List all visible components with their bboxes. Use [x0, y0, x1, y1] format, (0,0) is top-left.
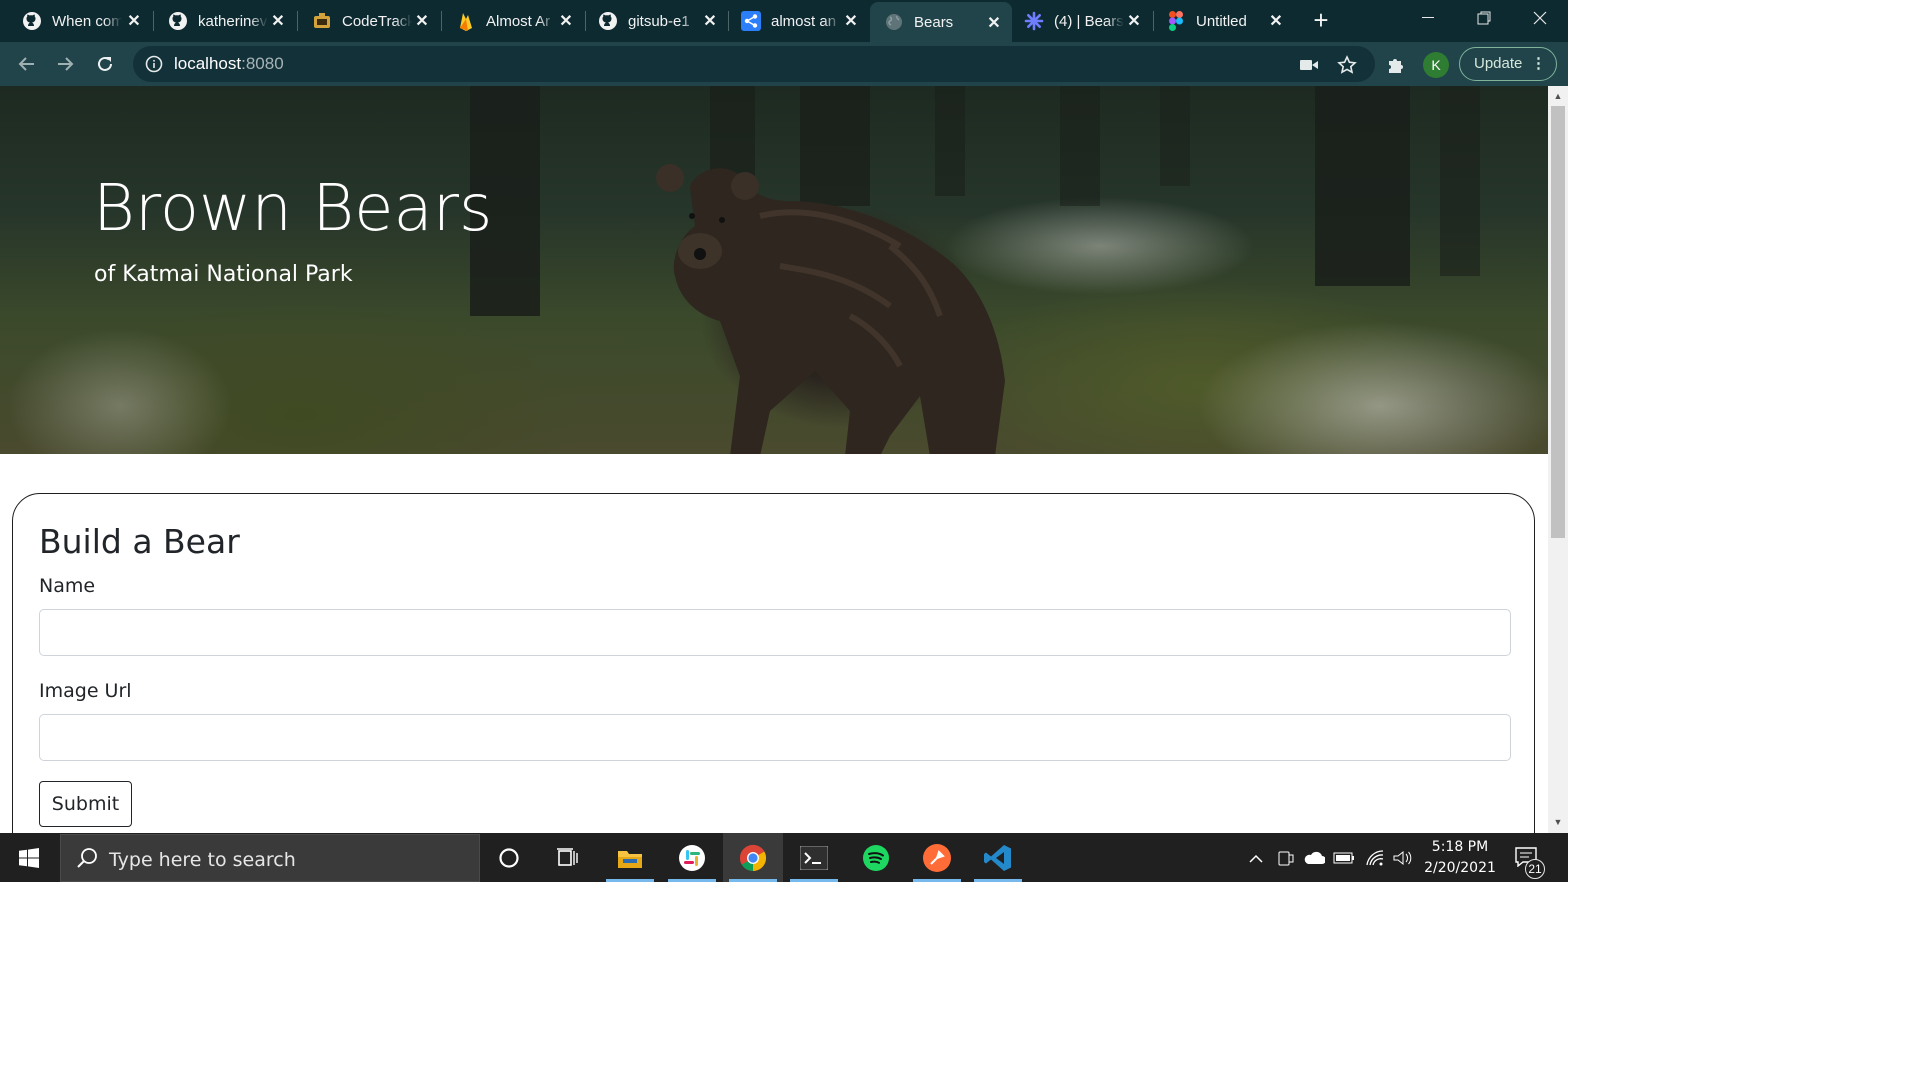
clock-time: 5:18 PM	[1431, 839, 1489, 855]
image-url-label: Image Url	[39, 680, 132, 702]
page-viewport: Brown Bears of Katmai National Park Buil…	[0, 86, 1548, 833]
close-tab-icon[interactable]: ✕	[1124, 11, 1144, 31]
notification-center-icon[interactable]: 21	[1513, 845, 1545, 879]
forward-icon[interactable]	[52, 50, 80, 78]
browser-tab-strip: When com ✕ katherinev ✕ CodeTrack ✕ Almo…	[0, 0, 1568, 42]
image-url-input[interactable]	[39, 714, 1511, 761]
meet-now-icon[interactable]	[1275, 847, 1297, 869]
tab-title: (4) | Bears	[1054, 12, 1124, 30]
address-bar[interactable]: localhost:8080	[133, 46, 1375, 82]
task-view-icon[interactable]	[538, 833, 598, 882]
github-icon	[168, 11, 188, 31]
snowflake-icon	[1024, 11, 1044, 31]
vscode-icon[interactable]	[968, 833, 1028, 882]
figma-icon	[1166, 11, 1186, 31]
close-tab-icon[interactable]: ✕	[556, 11, 576, 31]
scroll-down-arrow-icon[interactable]: ▼	[1552, 816, 1564, 828]
search-icon	[77, 847, 99, 869]
tab-untitled[interactable]: Untitled ✕	[1154, 0, 1294, 42]
tab-title: almost an	[771, 12, 837, 30]
bear-photo	[656, 164, 1005, 454]
page-scrollbar[interactable]: ▲ ▼	[1548, 86, 1568, 833]
github-icon	[22, 11, 42, 31]
tab-almost-an[interactable]: almost an ✕	[729, 0, 869, 42]
close-tab-icon[interactable]: ✕	[984, 13, 1004, 33]
spotify-icon[interactable]	[846, 833, 906, 882]
form-title: Build a Bear	[39, 522, 240, 561]
submit-button[interactable]: Submit	[39, 781, 132, 827]
url-text: localhost:8080	[174, 54, 284, 73]
tab-codetrack[interactable]: CodeTrack ✕	[298, 0, 440, 42]
taskbar-clock[interactable]: 5:18 PM 2/20/2021	[1420, 837, 1500, 879]
minimize-icon[interactable]	[1400, 0, 1456, 36]
firebase-icon	[456, 11, 476, 31]
tab-gitsub[interactable]: gitsub-e1 ✕	[586, 0, 728, 42]
clock-date: 2/20/2021	[1424, 860, 1496, 876]
wifi-icon[interactable]	[1364, 847, 1386, 869]
extensions-puzzle-icon[interactable]	[1384, 53, 1408, 77]
scrollbar-thumb[interactable]	[1551, 106, 1565, 538]
taskbar-search-box[interactable]: Type here to search	[60, 834, 480, 882]
close-tab-icon[interactable]: ✕	[1266, 11, 1286, 31]
name-input[interactable]	[39, 609, 1511, 656]
volume-icon[interactable]	[1391, 847, 1413, 869]
name-label: Name	[39, 575, 96, 597]
close-tab-icon[interactable]: ✕	[124, 11, 144, 31]
hero-title: Brown Bears	[93, 172, 493, 246]
codetrack-icon	[312, 11, 332, 31]
close-tab-icon[interactable]: ✕	[412, 11, 432, 31]
chevron-up-icon[interactable]	[1245, 847, 1267, 869]
hero-subtitle: of Katmai National Park	[94, 262, 353, 287]
site-info-icon[interactable]	[145, 55, 163, 73]
close-window-icon[interactable]	[1512, 0, 1568, 36]
github-icon	[598, 11, 618, 31]
scroll-up-arrow-icon[interactable]: ▲	[1552, 90, 1564, 102]
update-button[interactable]: Update ⋮	[1459, 47, 1557, 81]
onedrive-cloud-icon[interactable]	[1303, 847, 1325, 869]
tab-title: When com	[52, 12, 122, 30]
terminal-icon[interactable]	[784, 833, 844, 882]
battery-icon[interactable]	[1333, 847, 1355, 869]
globe-icon	[884, 12, 904, 32]
tab-bears-active[interactable]: Bears ✕	[870, 2, 1012, 42]
tab-title: Untitled	[1196, 12, 1247, 30]
tab-title: CodeTrack	[342, 12, 412, 30]
cortana-icon[interactable]	[479, 833, 539, 882]
slack-icon[interactable]	[662, 833, 722, 882]
tab-when-com[interactable]: When com ✕	[0, 0, 152, 42]
back-icon[interactable]	[12, 50, 40, 78]
tab-title: katherinev	[198, 12, 268, 30]
tab-title: gitsub-e1	[628, 12, 690, 30]
windows-taskbar: Type here to search 5:18 PM 2/20/2021 21	[0, 833, 1568, 882]
tab-title: Bears	[914, 13, 954, 31]
restore-icon[interactable]	[1456, 0, 1512, 36]
build-bear-form: Build a Bear Name Image Url Submit	[12, 493, 1535, 833]
bookmark-star-icon[interactable]	[1335, 54, 1359, 76]
hero-banner: Brown Bears of Katmai National Park	[0, 86, 1548, 454]
menu-kebab-icon[interactable]: ⋮	[1531, 48, 1546, 80]
chrome-icon[interactable]	[723, 833, 783, 882]
notification-count-badge: 21	[1525, 859, 1545, 879]
close-tab-icon[interactable]: ✕	[841, 11, 861, 31]
tab-title: Almost Ar	[486, 12, 551, 30]
new-tab-button[interactable]: +	[1308, 7, 1334, 34]
tab-katherinev[interactable]: katherinev ✕	[154, 0, 296, 42]
tab-4-bears[interactable]: (4) | Bears ✕	[1012, 0, 1152, 42]
close-tab-icon[interactable]: ✕	[700, 11, 720, 31]
camera-icon[interactable]	[1297, 54, 1321, 76]
search-placeholder: Type here to search	[109, 849, 296, 871]
profile-avatar[interactable]: K	[1423, 52, 1449, 78]
close-tab-icon[interactable]: ✕	[268, 11, 288, 31]
postman-icon[interactable]	[907, 833, 967, 882]
share-icon	[741, 11, 761, 31]
tab-almost-ar[interactable]: Almost Ar ✕	[442, 0, 584, 42]
file-explorer-icon[interactable]	[600, 833, 660, 882]
windows-start-icon[interactable]	[0, 833, 58, 882]
browser-toolbar: localhost:8080 K Update ⋮	[0, 42, 1568, 86]
reload-icon[interactable]	[91, 50, 119, 78]
